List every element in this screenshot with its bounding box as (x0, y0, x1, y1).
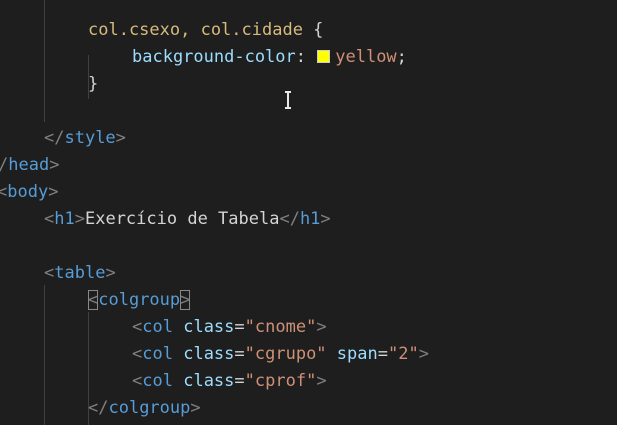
class-value: "cgrupo" (244, 344, 327, 364)
code-line: <h1>Exercício de Tabela</h1> (44, 209, 331, 229)
css-selector: col.csexo, col.cidade (88, 20, 303, 40)
bracket-match-highlight: < (88, 290, 99, 310)
code-line: <colgroup> (88, 287, 191, 314)
class-attribute: class (183, 344, 235, 364)
semicolon: ; (396, 47, 407, 67)
css-property: background-color (132, 47, 296, 67)
class-attribute: class (183, 317, 235, 337)
open-brace: { (302, 20, 324, 40)
body-open-tag: body (7, 182, 49, 202)
code-line: </style> (44, 128, 126, 148)
code-line: <body> (0, 182, 59, 202)
class-value: "cprof" (244, 371, 317, 391)
code-line: </colgroup> (88, 398, 201, 418)
span-value: "2" (388, 344, 419, 364)
code-line: background-color: yellow; (132, 44, 407, 71)
head-close-tag: head (8, 155, 50, 175)
code-line: } (88, 71, 98, 98)
style-close-tag: style (64, 128, 116, 148)
code-line: <col class="cprof"> (132, 371, 327, 391)
class-value: "cnome" (244, 317, 317, 337)
col-tag: col (142, 371, 173, 391)
colon: : (295, 47, 317, 67)
h1-open-tag: h1 (54, 209, 75, 229)
col-tag: col (142, 344, 173, 364)
indent-guide (44, 0, 45, 122)
colgroup-close-tag: colgroup (108, 398, 191, 418)
class-attribute: class (183, 371, 235, 391)
code-line: <col class="cgrupo" span="2"> (132, 344, 429, 364)
h1-close-tag: h1 (299, 209, 321, 229)
i-beam-cursor-icon (284, 91, 292, 109)
h1-text: Exercício de Tabela (84, 209, 280, 229)
code-editor[interactable]: col.csexo, col.cidade { background-color… (0, 0, 617, 425)
code-line: <table> (44, 263, 116, 283)
colgroup-open-tag: colgroup (98, 290, 181, 310)
col-tag: col (142, 317, 173, 337)
code-line: /head> (0, 155, 60, 175)
span-attribute: span (336, 344, 378, 364)
bracket-match-highlight: > (180, 290, 191, 310)
indent-guide (44, 285, 45, 425)
css-value: yellow (335, 47, 397, 67)
color-swatch-icon[interactable] (317, 50, 331, 63)
close-brace: } (88, 74, 99, 94)
code-line: <col class="cnome"> (132, 317, 327, 337)
code-line: col.csexo, col.cidade { (88, 17, 323, 44)
table-open-tag: table (54, 263, 106, 283)
